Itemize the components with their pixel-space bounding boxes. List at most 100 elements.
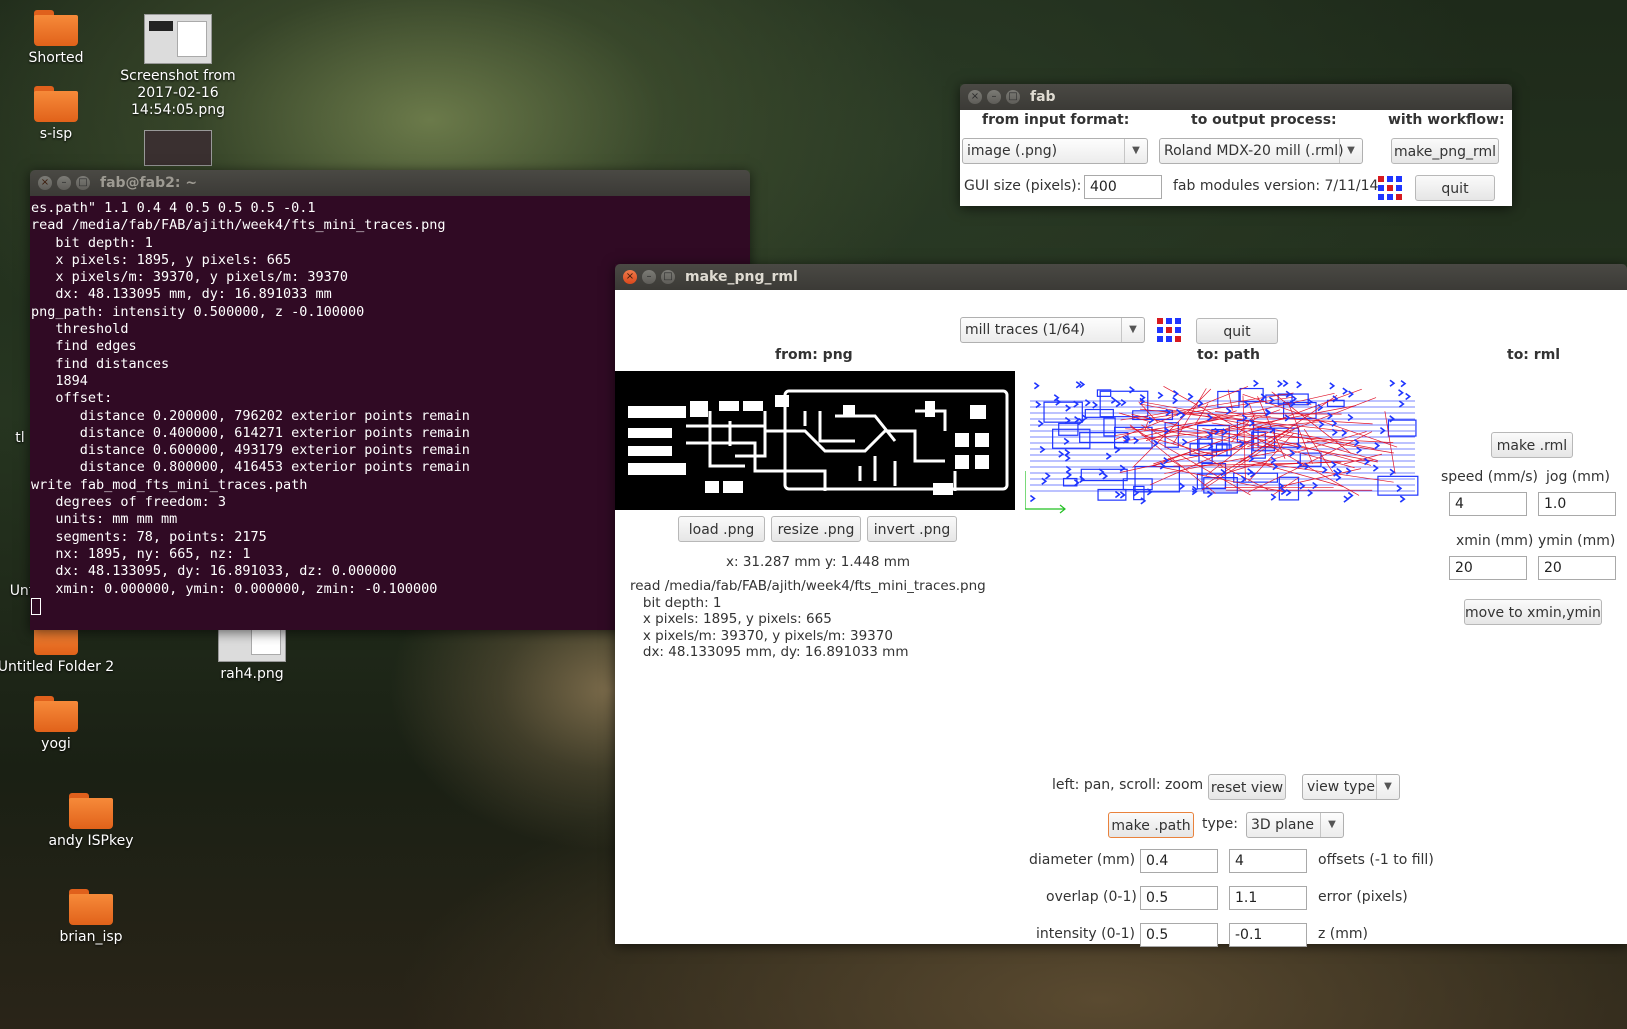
output-process-select[interactable]: Roland MDX-20 mill (.rml) ▼: [1159, 138, 1363, 164]
png-info-text: read /media/fab/FAB/ajith/week4/fts_mini…: [630, 578, 986, 660]
desktop-icon-label: yogi: [41, 736, 71, 752]
maximize-icon[interactable]: □: [76, 176, 90, 190]
chevron-down-icon: ▼: [1376, 775, 1399, 799]
close-icon[interactable]: ×: [38, 176, 52, 190]
folder-icon: [69, 889, 113, 925]
fab-logo-icon: [1157, 318, 1181, 342]
desktop-file-screenshot[interactable]: Screenshot from 2017-02-16 14:54:05.png: [113, 14, 243, 119]
png-preview-canvas[interactable]: [615, 371, 1015, 510]
fab-window[interactable]: × – □ fab from input format: to output pro…: [960, 84, 1512, 206]
z-field[interactable]: -0.1: [1229, 923, 1307, 947]
desktop-folder-yogi[interactable]: yogi: [0, 696, 121, 753]
folder-icon: [34, 696, 78, 732]
chevron-down-icon: ▼: [1121, 318, 1144, 342]
to-path-heading: to: path: [1197, 347, 1260, 363]
gui-size-label: GUI size (pixels):: [964, 178, 1082, 194]
ymin-label: ymin (mm): [1538, 533, 1616, 549]
desktop-icon-label: Untitled Folder 2: [0, 659, 115, 675]
maximize-icon[interactable]: □: [1006, 90, 1020, 104]
load-png-button[interactable]: load .png: [678, 516, 765, 542]
desktop-icon-label: andy ISPkey: [48, 833, 134, 849]
jog-label: jog (mm): [1546, 469, 1610, 485]
move-to-origin-button[interactable]: move to xmin,ymin: [1464, 599, 1602, 625]
error-field[interactable]: 1.1: [1229, 886, 1307, 910]
minimize-icon[interactable]: –: [987, 90, 1001, 104]
terminal-line: read /media/fab/FAB/ajith/week4/fts_mini…: [31, 217, 446, 234]
input-format-select[interactable]: image (.png) ▼: [962, 138, 1148, 164]
terminal-titlebar[interactable]: × – □ fab@fab2: ~: [30, 170, 750, 196]
cursor-coordinates: x: 31.287 mm y: 1.448 mm: [726, 554, 911, 570]
make-rml-button[interactable]: make .rml: [1491, 432, 1573, 458]
error-label: error (pixels): [1318, 889, 1408, 905]
version-label: fab modules version: 7/11/14: [1173, 178, 1379, 194]
desktop-icon-label: brian_isp: [59, 929, 123, 945]
desktop-icon-label: rah4.png: [220, 666, 284, 682]
offsets-field[interactable]: 4: [1229, 849, 1307, 873]
desktop-icon-label: Shorted: [28, 50, 84, 66]
quit-button[interactable]: quit: [1415, 175, 1495, 201]
intensity-label: intensity (0-1): [1036, 926, 1135, 942]
folder-icon: [34, 86, 78, 122]
to-rml-heading: to: rml: [1507, 347, 1561, 363]
view-type-select[interactable]: view type ▼: [1302, 774, 1400, 800]
process-select[interactable]: mill traces (1/64) ▼: [960, 317, 1145, 343]
desktop-icon-label: Screenshot from 2017-02-16 14:54:05.png: [120, 68, 236, 118]
diameter-field[interactable]: 0.4: [1140, 849, 1218, 873]
minimize-icon[interactable]: –: [57, 176, 71, 190]
speed-label: speed (mm/s): [1441, 469, 1538, 485]
fab-logo-icon: [1378, 176, 1402, 200]
desktop-folder-s-isp[interactable]: s-isp: [0, 86, 121, 143]
pan-zoom-help: left: pan, scroll: zoom: [1052, 777, 1204, 793]
folder-icon: [34, 10, 78, 46]
resize-png-button[interactable]: resize .png: [771, 516, 861, 542]
workflow-button[interactable]: make_png_rml: [1391, 138, 1499, 164]
folder-icon: [69, 793, 113, 829]
xmin-label: xmin (mm): [1456, 533, 1534, 549]
chevron-down-icon: ▼: [1124, 139, 1147, 163]
window-title: fab: [1030, 89, 1056, 105]
gui-size-field[interactable]: 400: [1084, 175, 1162, 199]
window-title: fab@fab2: ~: [100, 175, 198, 191]
intensity-field[interactable]: 0.5: [1140, 923, 1218, 947]
workflow-label: with workflow:: [1388, 112, 1505, 128]
make-panel: mill traces (1/64) ▼ quit from: png to: p…: [615, 290, 1627, 947]
type-label: type:: [1202, 816, 1238, 832]
xmin-field[interactable]: 20: [1449, 556, 1527, 580]
fab-titlebar[interactable]: × – □ fab: [960, 84, 1512, 110]
terminal-line: bit depth: 1: [31, 234, 153, 251]
ymin-field[interactable]: 20: [1538, 556, 1616, 580]
terminal-line: es.path" 1.1 0.4 4 0.5 0.5 0.5 -0.1: [31, 200, 316, 216]
path-preview-canvas[interactable]: [1025, 371, 1425, 771]
minimize-icon[interactable]: –: [642, 270, 656, 284]
speed-field[interactable]: 4: [1449, 492, 1527, 516]
jog-field[interactable]: 1.0: [1538, 492, 1616, 516]
overlap-label: overlap (0-1): [1046, 889, 1137, 905]
image-thumbnail-icon: [144, 14, 212, 64]
output-process-label: to output process:: [1191, 112, 1337, 128]
maximize-icon[interactable]: □: [661, 270, 675, 284]
quit-button[interactable]: quit: [1196, 318, 1278, 344]
desktop-folder-andy-ispkey[interactable]: andy ISPkey: [26, 793, 156, 850]
make-path-button[interactable]: make .path: [1108, 812, 1194, 838]
offsets-label: offsets (-1 to fill): [1318, 852, 1434, 868]
z-label: z (mm): [1318, 926, 1368, 942]
from-png-heading: from: png: [775, 347, 853, 363]
invert-png-button[interactable]: invert .png: [867, 516, 957, 542]
overlap-field[interactable]: 0.5: [1140, 886, 1218, 910]
fab-panel: from input format: to output process: wi…: [960, 110, 1512, 206]
desktop-folder-brian-isp[interactable]: brian_isp: [26, 889, 156, 946]
chevron-down-icon: ▼: [1339, 139, 1362, 163]
type-select[interactable]: 3D plane ▼: [1246, 812, 1344, 838]
diameter-label: diameter (mm): [1029, 852, 1136, 868]
desktop-file-thumbnail-partial[interactable]: [144, 130, 212, 166]
close-icon[interactable]: ×: [968, 90, 982, 104]
input-format-label: from input format:: [982, 112, 1130, 128]
desktop-icon-label: s-isp: [39, 126, 73, 142]
window-title: make_png_rml: [685, 269, 798, 285]
chevron-down-icon: ▼: [1320, 813, 1343, 837]
make-png-rml-window[interactable]: × – □ make_png_rml mill traces (1/64) ▼ qui…: [615, 264, 1627, 947]
desktop-folder-shorted[interactable]: Shorted: [0, 10, 121, 67]
make-titlebar[interactable]: × – □ make_png_rml: [615, 264, 1627, 290]
reset-view-button[interactable]: reset view: [1208, 774, 1286, 800]
close-icon[interactable]: ×: [623, 270, 637, 284]
